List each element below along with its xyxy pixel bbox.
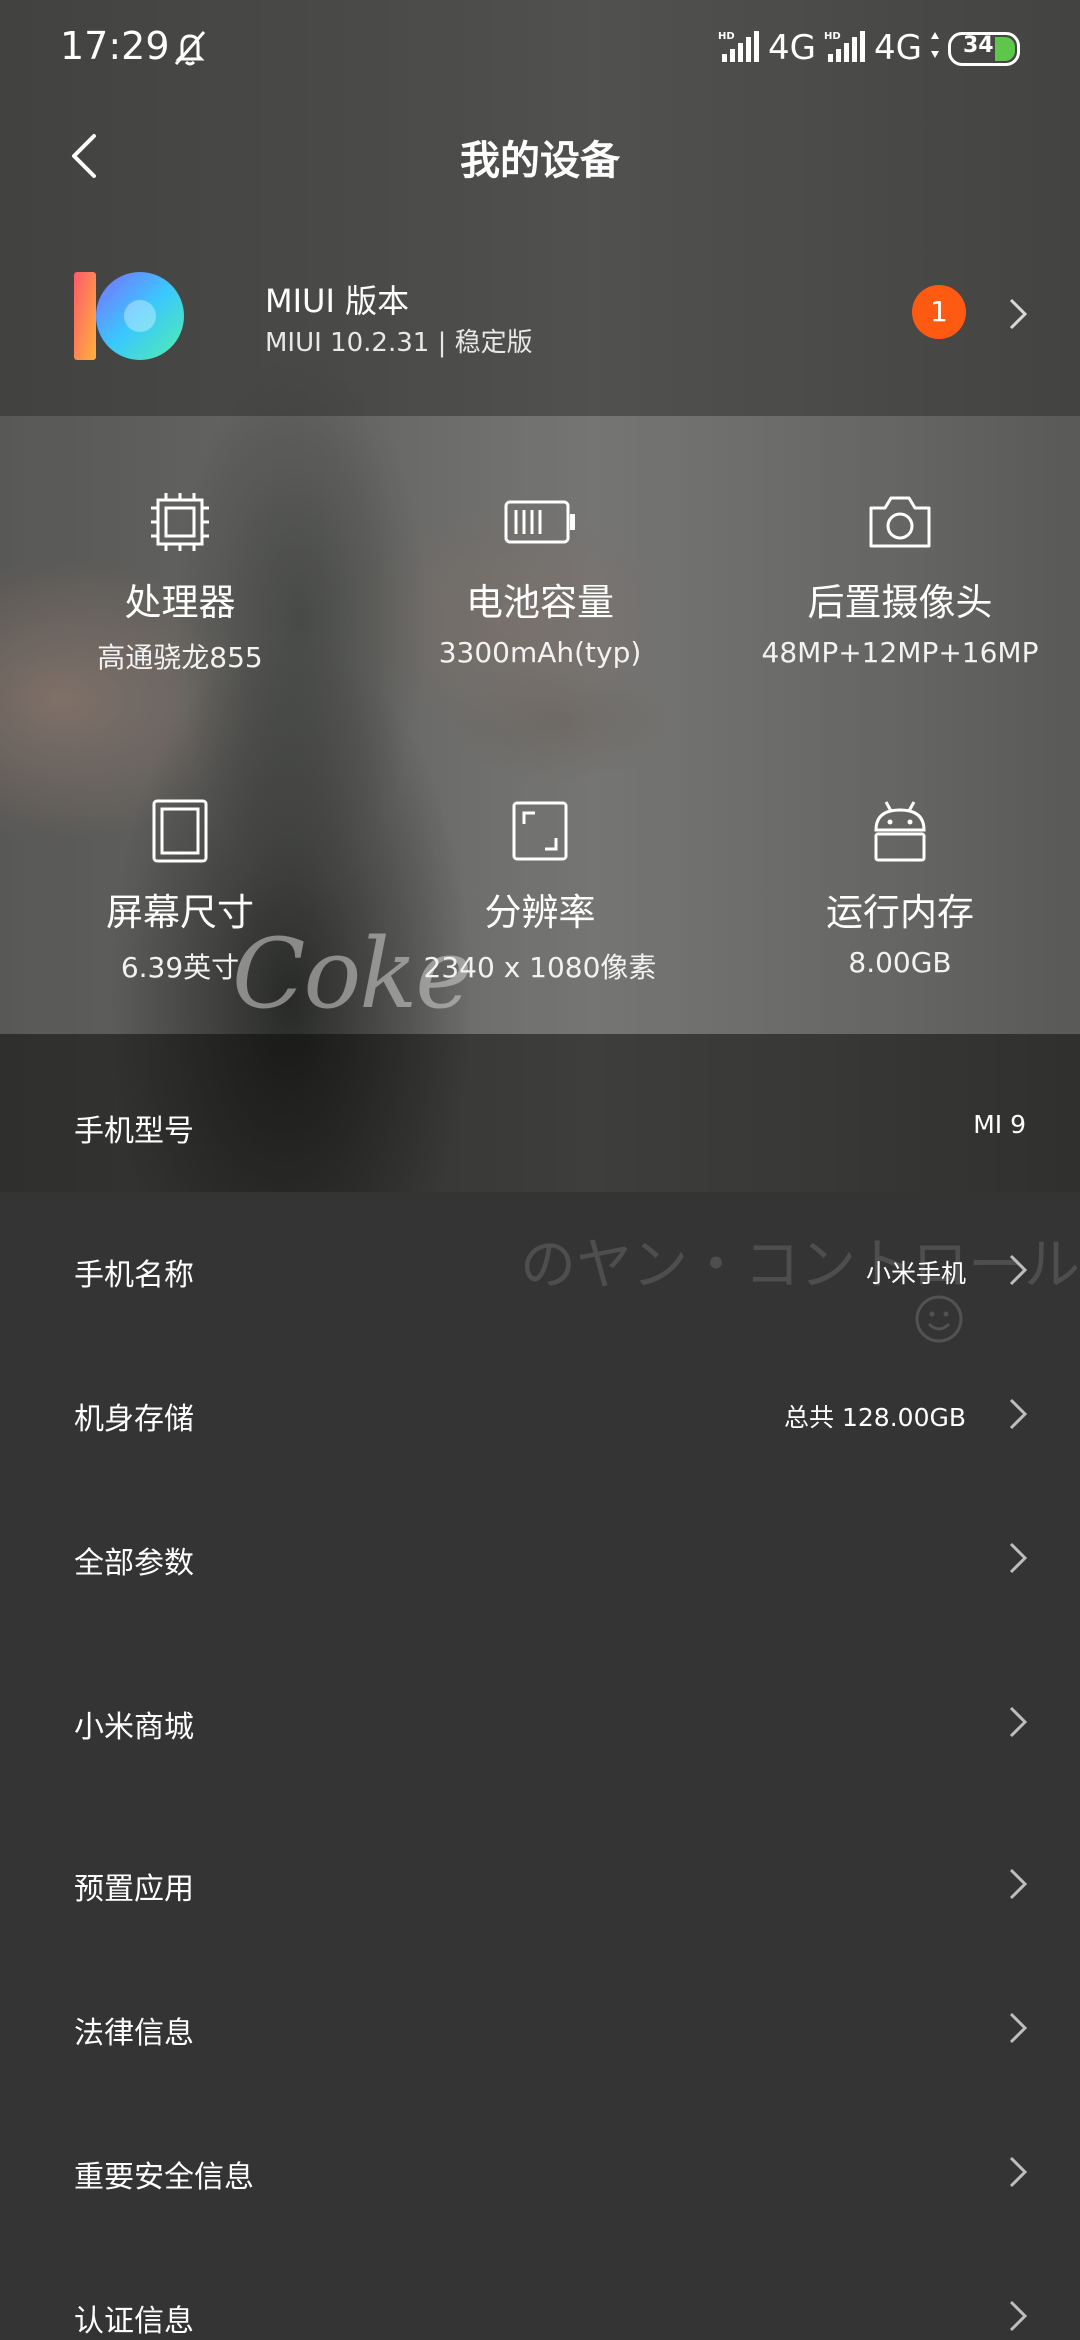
chevron-right-icon <box>1009 1542 1028 1574</box>
chevron-right-icon <box>1009 1398 1028 1430</box>
chevron-right-icon <box>1009 298 1028 330</box>
spec-label: 分辨率 <box>484 891 596 934</box>
svg-text:HD: HD <box>718 31 735 42</box>
spec-label: 处理器 <box>124 581 236 624</box>
chevron-right-icon <box>1009 1706 1028 1738</box>
miui-version-title: MIUI 版本 <box>265 282 410 320</box>
spec-value: 6.39英寸 <box>120 951 240 984</box>
row-label: 重要安全信息 <box>74 2160 254 2195</box>
chevron-right-icon <box>1009 1868 1028 1900</box>
miui-version-value: MIUI 10.2.31 | 稳定版 <box>265 328 533 358</box>
row-value: 总共 128.00GB <box>784 1403 966 1432</box>
screen-icon <box>152 799 208 863</box>
battery-fill <box>995 37 1015 61</box>
battery-icon <box>504 500 575 544</box>
spec-label: 后置摄像头 <box>807 581 993 624</box>
top-bar: 我的设备 <box>0 110 1080 200</box>
row-label: 认证信息 <box>74 2304 194 2339</box>
android-icon <box>874 801 926 862</box>
spec-value: 高通骁龙855 <box>97 641 263 674</box>
mute-bell-icon <box>174 31 206 66</box>
list-item-legal-info[interactable]: 法律信息 <box>0 1994 1080 2064</box>
spec-ram[interactable]: 运行内存 8.00GB <box>720 798 1080 979</box>
spec-resolution[interactable]: 分辨率 2340 x 1080像素 <box>360 798 720 986</box>
list-item-mi-store[interactable]: 小米商城 <box>0 1688 1080 1758</box>
battery-indicator: 34 <box>948 32 1020 66</box>
list-item-device-name[interactable]: 手机名称 小米手机 <box>0 1236 1080 1306</box>
list-item-preinstalled-apps[interactable]: 预置应用 <box>0 1850 1080 1920</box>
list-item-all-specs[interactable]: 全部参数 <box>0 1524 1080 1594</box>
list-item-safety-info[interactable]: 重要安全信息 <box>0 2138 1080 2208</box>
spec-label: 屏幕尺寸 <box>106 891 254 934</box>
chevron-right-icon <box>1009 2156 1028 2188</box>
update-badge: 1 <box>912 285 966 339</box>
miui-version-row[interactable]: MIUI 版本 MIUI 10.2.31 | 稳定版 1 <box>0 250 1080 380</box>
page-title: 我的设备 <box>460 138 620 184</box>
list-item-storage[interactable]: 机身存储 总共 128.00GB <box>0 1380 1080 1450</box>
spec-rear-camera[interactable]: 后置摄像头 48MP+12MP+16MP <box>720 490 1080 669</box>
chevron-right-icon <box>1009 1254 1028 1286</box>
chevron-right-icon <box>1009 2012 1028 2044</box>
spec-value: 2340 x 1080像素 <box>423 951 657 984</box>
row-label: 小米商城 <box>74 1710 194 1745</box>
row-label: 全部参数 <box>74 1546 194 1581</box>
chevron-right-icon <box>1009 2300 1028 2332</box>
resolution-icon <box>512 801 568 861</box>
cpu-icon <box>151 493 209 551</box>
row-label: 机身存储 <box>74 1402 194 1437</box>
network-type-sim1: 4G <box>768 28 816 68</box>
status-bar: 17:29 HD 4G HD 4G 34 <box>0 0 1080 96</box>
row-label: 预置应用 <box>74 1872 194 1907</box>
row-label: 手机型号 <box>74 1114 194 1149</box>
spec-value: 3300mAh(typ) <box>438 636 642 669</box>
battery-level: 34 <box>963 33 994 58</box>
spec-battery[interactable]: 电池容量 3300mAh(typ) <box>360 490 720 669</box>
row-label: 法律信息 <box>74 2016 194 2051</box>
miui-10-logo <box>74 272 184 360</box>
svg-text:HD: HD <box>824 31 841 42</box>
spec-label: 运行内存 <box>826 891 974 934</box>
spec-value: 48MP+12MP+16MP <box>761 636 1039 669</box>
spec-screen-size[interactable]: 屏幕尺寸 6.39英寸 <box>0 798 360 986</box>
signal-icon-sim2: HD <box>824 31 865 62</box>
network-type-sim2: 4G <box>874 28 922 68</box>
signal-icon-sim1: HD <box>718 31 759 62</box>
spec-processor[interactable]: 处理器 高通骁龙855 <box>0 490 360 676</box>
spec-label: 电池容量 <box>466 581 614 624</box>
list-item-certification[interactable]: 认证信息 <box>0 2282 1080 2340</box>
camera-icon <box>869 496 931 548</box>
row-value: 小米手机 <box>865 1259 966 1288</box>
data-activity-icon <box>931 32 939 58</box>
list-item-model: 手机型号 MI 9 <box>0 1092 1080 1162</box>
spec-value: 8.00GB <box>848 946 952 979</box>
status-time: 17:29 <box>60 24 170 68</box>
row-value: MI 9 <box>973 1110 1026 1139</box>
row-label: 手机名称 <box>74 1258 194 1293</box>
